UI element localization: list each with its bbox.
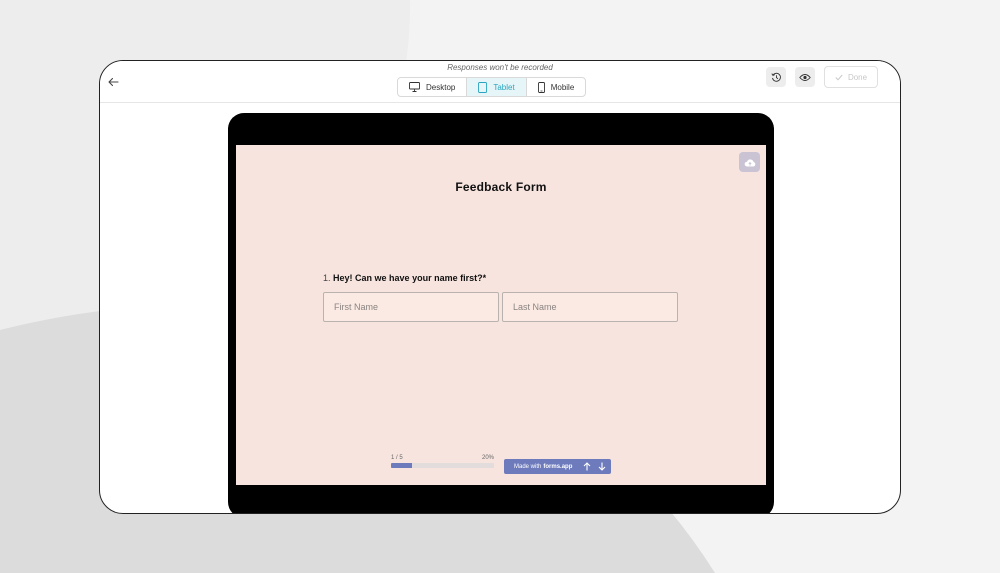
question-navigation xyxy=(581,461,607,472)
form-title: Feedback Form xyxy=(455,180,547,194)
preview-button[interactable] xyxy=(795,67,815,87)
required-mark: * xyxy=(482,273,487,283)
progress-fill xyxy=(391,463,412,468)
upload-button[interactable] xyxy=(739,152,760,172)
mobile-icon xyxy=(537,81,545,93)
toolbar-actions: Done xyxy=(766,66,878,88)
made-with-badge[interactable]: Made with forms.app xyxy=(504,459,611,474)
previous-question-button[interactable] xyxy=(581,461,592,472)
tab-desktop-label: Desktop xyxy=(426,82,456,92)
progress-count: 1 / 5 xyxy=(391,455,403,461)
progress-track xyxy=(391,463,494,468)
first-name-input[interactable] xyxy=(323,292,499,322)
progress-percent: 20% xyxy=(481,455,494,461)
history-button[interactable] xyxy=(766,67,786,87)
next-question-button[interactable] xyxy=(596,461,607,472)
name-fields xyxy=(323,292,678,322)
eye-icon xyxy=(799,73,811,81)
tab-mobile-label: Mobile xyxy=(550,82,575,92)
question-text: Hey! Can we have your name first? xyxy=(333,273,483,283)
tab-tablet-label: Tablet xyxy=(493,82,515,92)
tablet-device-frame: Feedback Form 1. Hey! Can we have your n… xyxy=(228,113,774,513)
form-screen: Feedback Form 1. Hey! Can we have your n… xyxy=(236,145,766,485)
question-number: 1. xyxy=(323,273,331,283)
device-switcher: Desktop Tablet Mobile xyxy=(397,77,587,97)
progress-indicator: 1 / 5 20% xyxy=(391,455,494,468)
question-label: 1. Hey! Can we have your name first?* xyxy=(323,273,486,283)
made-with-brand: forms.app xyxy=(543,463,573,470)
tablet-icon xyxy=(478,81,488,93)
desktop-icon xyxy=(409,82,420,92)
back-arrow-icon[interactable] xyxy=(105,74,121,90)
arrow-down-icon xyxy=(598,462,605,471)
preview-toolbar: Responses won't be recorded Desktop Tabl… xyxy=(100,61,900,103)
arrow-up-icon xyxy=(583,462,590,471)
last-name-input[interactable] xyxy=(502,292,678,322)
tab-desktop[interactable]: Desktop xyxy=(398,78,468,96)
done-button-label: Done xyxy=(847,72,868,82)
tab-tablet[interactable]: Tablet xyxy=(467,78,527,96)
cloud-upload-icon xyxy=(744,158,755,166)
preview-window: Responses won't be recorded Desktop Tabl… xyxy=(99,60,901,514)
done-button[interactable]: Done xyxy=(824,66,878,88)
history-icon xyxy=(770,72,781,82)
made-with-prefix: Made with xyxy=(514,463,542,470)
tab-mobile[interactable]: Mobile xyxy=(527,78,586,96)
check-icon xyxy=(835,74,843,81)
